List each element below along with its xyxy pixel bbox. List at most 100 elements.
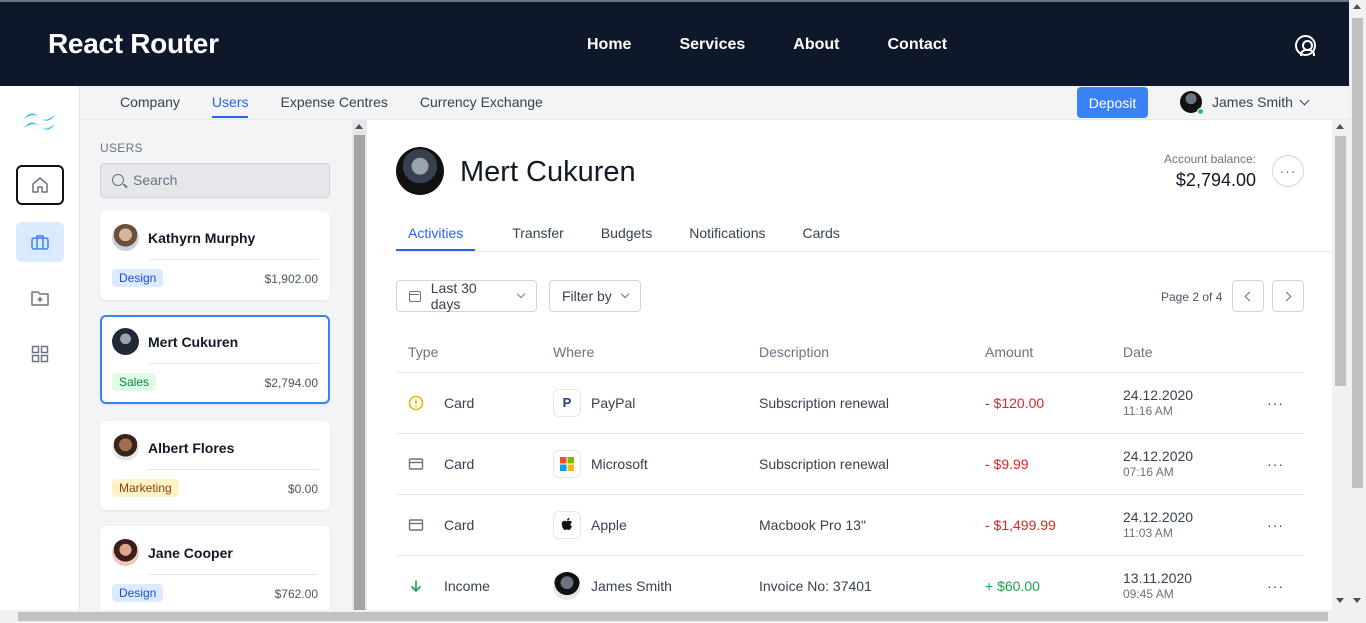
window-scrollbar[interactable]	[1349, 0, 1366, 610]
top-navbar: React Router Home Services About Contact	[0, 0, 1349, 86]
filter-by-dropdown[interactable]: Filter by	[549, 280, 641, 312]
nav-home[interactable]: Home	[587, 36, 631, 54]
user-card[interactable]: Kathyrn Murphy Design $1,902.00	[100, 211, 330, 300]
row-date-time: 11:16 AM	[1123, 404, 1173, 418]
row-date-day: 24.12.2020	[1123, 448, 1194, 464]
date-range-value: Last 30 days	[430, 280, 477, 312]
user-tag: Marketing	[112, 479, 179, 497]
user-name: Mert Cukuren	[148, 334, 239, 350]
nav-contact[interactable]: Contact	[888, 36, 948, 54]
header-date: Date	[1123, 332, 1245, 373]
tab-expense-centres[interactable]: Expense Centres	[280, 94, 387, 118]
profile-tabs: Activities Transfer Budgets Notification…	[396, 225, 1332, 252]
user-circle-icon[interactable]	[1295, 35, 1316, 56]
brand-title[interactable]: React Router	[48, 28, 219, 60]
table-row[interactable]: Card P PayPal Subscription renewal - $12…	[396, 372, 1304, 434]
user-name: Jane Cooper	[148, 545, 233, 561]
tab-cards[interactable]: Cards	[802, 225, 839, 251]
microsoft-logo-icon	[553, 449, 581, 478]
transactions-table: Type Where Description Amount Date Card …	[396, 332, 1304, 617]
prev-page-button[interactable]	[1232, 280, 1264, 312]
apple-logo-icon	[553, 510, 581, 539]
row-date-day: 24.12.2020	[1123, 509, 1194, 525]
scroll-down-arrow-icon[interactable]	[1336, 598, 1344, 603]
chevron-right-icon	[1281, 291, 1292, 301]
avatar	[112, 328, 139, 355]
row-type: Card	[444, 455, 475, 472]
row-amount: - $120.00	[985, 372, 1123, 434]
tab-budgets[interactable]: Budgets	[601, 225, 652, 251]
content-scrollbar[interactable]	[1332, 120, 1349, 610]
row-where: James Smith	[591, 577, 672, 594]
user-tag: Design	[112, 269, 164, 287]
row-type: Card	[444, 394, 475, 411]
balance-label: Account balance:	[1163, 152, 1256, 166]
grid-icon	[31, 345, 49, 363]
scrollbar-thumb[interactable]	[1352, 18, 1363, 488]
scrollbar-thumb[interactable]	[354, 135, 365, 610]
user-card[interactable]: Jane Cooper Design $762.00	[100, 526, 330, 610]
section-tabs: Company Users Expense Centres Currency E…	[120, 94, 575, 118]
profile-avatar	[396, 147, 444, 195]
tab-currency-exchange[interactable]: Currency Exchange	[420, 94, 543, 118]
row-more-button[interactable]: ···	[1245, 372, 1304, 434]
scrollbar-thumb[interactable]	[1335, 136, 1346, 386]
table-row[interactable]: Income James Smith Invoice No: 37401 + $…	[396, 555, 1304, 617]
row-description: Subscription renewal	[759, 433, 985, 495]
row-date: 13.11.2020 09:45 AM	[1123, 555, 1245, 617]
balance-value: $2,794.00	[1175, 170, 1256, 190]
folder-nav-button[interactable]	[16, 278, 64, 318]
tab-users[interactable]: Users	[211, 94, 249, 118]
tailwind-logo-icon	[24, 113, 55, 130]
row-more-button[interactable]: ···	[1245, 433, 1304, 495]
row-date-time: 09:45 AM	[1123, 587, 1174, 601]
user-tag: Design	[112, 584, 164, 602]
tab-activities[interactable]: Activities	[396, 225, 476, 251]
row-more-button[interactable]: ···	[1245, 494, 1304, 556]
user-tag: Sales	[112, 373, 157, 391]
account-name: James Smith	[1212, 94, 1293, 110]
grid-nav-button[interactable]	[16, 334, 64, 374]
nav-services[interactable]: Services	[679, 36, 745, 54]
row-amount: + $60.00	[985, 555, 1123, 617]
scroll-up-arrow-icon[interactable]	[1336, 124, 1344, 129]
user-card[interactable]: Albert Flores Marketing $0.00	[100, 421, 330, 510]
tab-company[interactable]: Company	[120, 94, 180, 118]
more-options-button[interactable]: ···	[1272, 155, 1304, 187]
user-amount: $1,902.00	[264, 272, 318, 286]
home-nav-button[interactable]	[16, 165, 64, 205]
row-date: 24.12.2020 07:16 AM	[1123, 433, 1245, 495]
table-row[interactable]: Card Apple Macbook Pro 13" - $1,499.99 2…	[396, 494, 1304, 556]
arrow-down-icon	[410, 580, 422, 592]
row-description: Macbook Pro 13"	[759, 494, 985, 556]
row-type: Card	[444, 516, 475, 533]
row-amount: - $1,499.99	[985, 494, 1123, 556]
divider	[148, 469, 318, 470]
next-page-button[interactable]	[1272, 280, 1304, 312]
user-card-selected[interactable]: Mert Cukuren Sales $2,794.00	[100, 315, 330, 404]
tab-transfer[interactable]: Transfer	[512, 225, 564, 251]
warning-icon	[408, 395, 424, 410]
account-menu[interactable]: James Smith	[1180, 91, 1310, 115]
scroll-down-arrow-icon[interactable]	[1353, 598, 1361, 603]
scroll-up-arrow-icon[interactable]	[1353, 4, 1361, 9]
tab-notifications[interactable]: Notifications	[689, 225, 765, 251]
home-icon	[32, 177, 48, 193]
briefcase-nav-button[interactable]	[16, 222, 64, 262]
scrollbar-thumb[interactable]	[18, 612, 1328, 621]
search-input[interactable]	[133, 172, 313, 188]
deposit-button[interactable]: Deposit	[1077, 87, 1148, 118]
nav-about[interactable]: About	[793, 36, 839, 54]
chevron-down-icon	[1299, 95, 1310, 105]
table-row[interactable]: Card Microsoft Subscription renewal - $9…	[396, 433, 1304, 495]
users-scrollbar[interactable]	[352, 120, 367, 610]
user-amount: $762.00	[274, 587, 318, 601]
scroll-up-arrow-icon[interactable]	[355, 124, 363, 129]
date-range-dropdown[interactable]: Last 30 days	[396, 280, 537, 312]
row-more-button[interactable]: ···	[1245, 555, 1304, 617]
user-name: Kathyrn Murphy	[148, 230, 256, 246]
sub-navbar: Company Users Expense Centres Currency E…	[80, 86, 1349, 120]
window-horizontal-scrollbar[interactable]	[0, 610, 1366, 623]
table-header-row: Type Where Description Amount Date	[396, 332, 1304, 373]
header-actions	[1245, 332, 1304, 373]
